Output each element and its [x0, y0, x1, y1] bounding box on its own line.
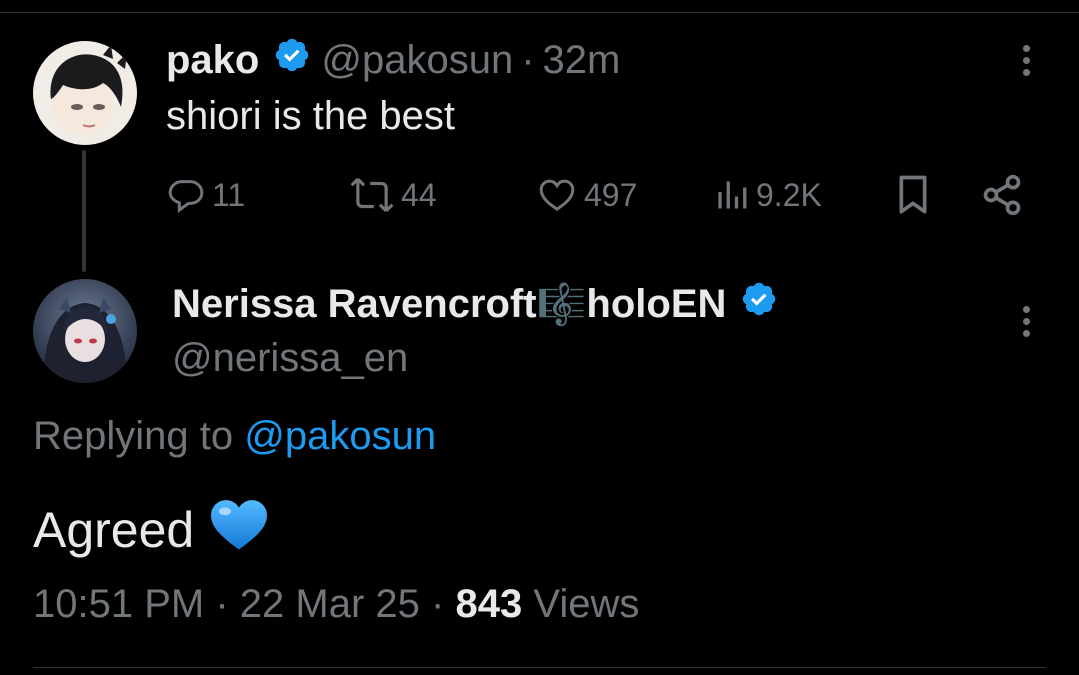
like-button[interactable]: 497 [536, 172, 637, 218]
avatar-nerissa[interactable] [33, 279, 137, 383]
display-name-suffix[interactable]: holoEN [586, 282, 726, 327]
bookmark-icon [899, 175, 927, 214]
top-divider [0, 12, 1079, 13]
post-metadata: 10:51 PM · 22 Mar 25 · 843 Views [33, 582, 639, 627]
post-time[interactable]: 10:51 PM [33, 582, 204, 626]
repost-count: 44 [401, 176, 437, 213]
separator-dot: · [215, 582, 229, 626]
reply-text: Agreed [33, 496, 270, 564]
avatar-pako[interactable] [33, 41, 137, 145]
replying-to-mention-link[interactable]: @pakosun [244, 414, 436, 458]
post-text: shiori is the best [166, 94, 456, 138]
share-icon [983, 174, 1021, 216]
user-handle[interactable]: @pakosun [321, 38, 513, 83]
verified-badge-icon [273, 36, 311, 84]
action-bar: 11 44 497 9.2K [166, 172, 1029, 218]
replying-to-label: Replying to [33, 414, 234, 458]
reply-count: 11 [212, 176, 246, 213]
display-name[interactable]: pako [166, 38, 259, 83]
thread-connector-line [82, 150, 86, 272]
reply-text-content: Agreed [33, 502, 195, 558]
views-label: Views [533, 582, 640, 626]
user-handle[interactable]: @nerissa_en [172, 336, 408, 381]
reply-header-name: Nerissa Ravencroft 🎼 holoEN [172, 280, 778, 328]
more-options-icon[interactable] [1020, 306, 1032, 342]
post-time[interactable]: 32m [543, 38, 621, 83]
separator-dot: · [521, 37, 535, 82]
music-score-symbol: 🎼 [536, 282, 587, 327]
views-count: 9.2K [756, 176, 822, 213]
reply-icon [168, 180, 204, 213]
reply-button[interactable]: 11 [166, 172, 245, 218]
bookmark-button[interactable] [893, 172, 933, 218]
repost-icon [350, 177, 394, 213]
post-date[interactable]: 22 Mar 25 [240, 582, 420, 626]
separator-dot: · [431, 582, 445, 626]
more-options-icon[interactable] [1020, 45, 1032, 81]
views-count[interactable]: 843 [455, 582, 522, 626]
repost-button[interactable]: 44 [349, 172, 437, 218]
replying-to-line: Replying to @pakosun [33, 414, 436, 459]
verified-badge-icon [740, 280, 778, 328]
like-count: 497 [584, 176, 638, 213]
share-button[interactable] [980, 172, 1024, 218]
post-header: pako @pakosun · 32m [166, 36, 620, 84]
display-name[interactable]: Nerissa Ravencroft [172, 282, 537, 327]
blue-heart-icon [208, 496, 270, 564]
views-button[interactable]: 9.2K [714, 172, 822, 218]
like-icon [539, 179, 575, 211]
views-icon [718, 181, 747, 209]
bottom-divider [33, 667, 1046, 668]
